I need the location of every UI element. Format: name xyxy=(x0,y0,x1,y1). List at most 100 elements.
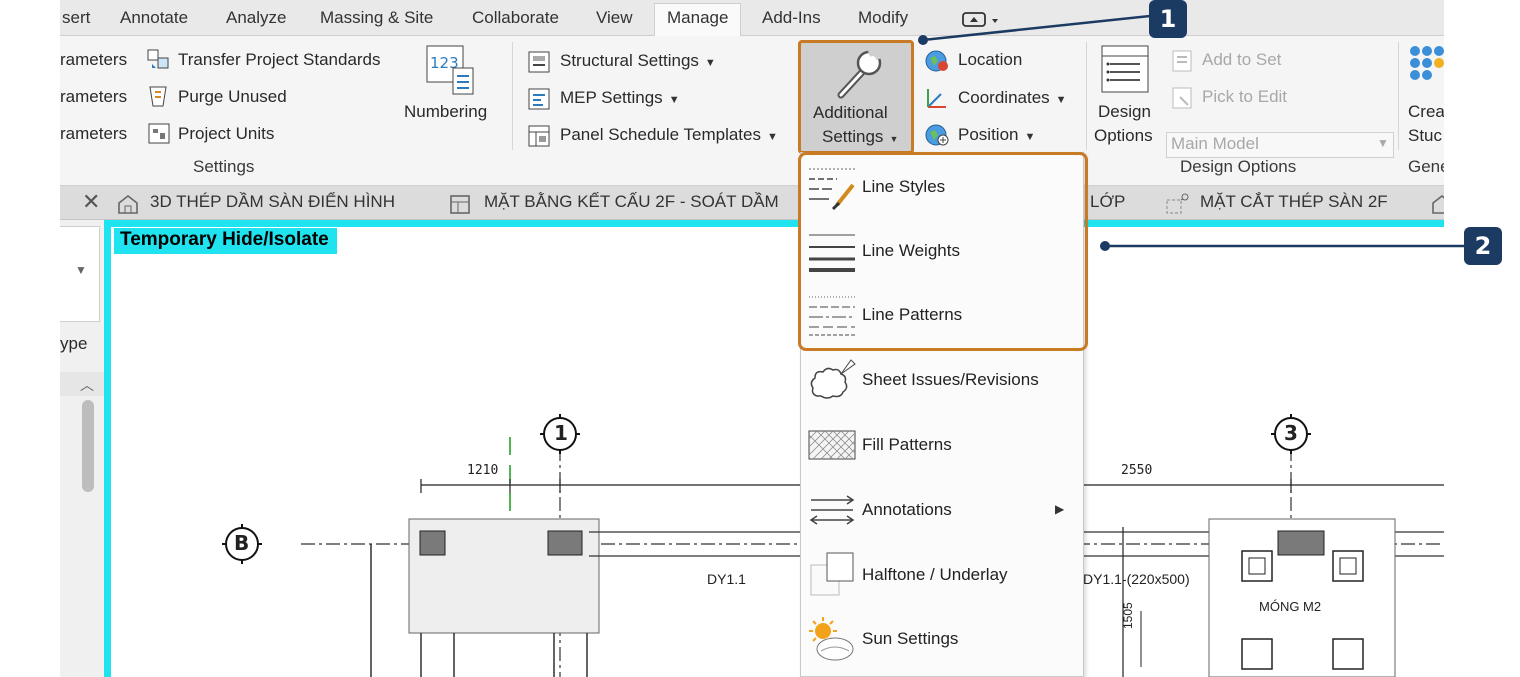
halftone-icon xyxy=(807,551,857,599)
sun-settings-icon xyxy=(807,615,857,663)
temporary-hide-isolate-label: Temporary Hide/Isolate xyxy=(114,228,337,254)
mep-settings-button[interactable]: MEP Settings ▼ xyxy=(560,88,680,108)
panel-schedule-icon xyxy=(526,123,552,154)
coordinates-icon xyxy=(924,85,950,116)
additional-settings-button[interactable]: Additional Settings ▼ xyxy=(798,40,914,154)
purge-unused-icon xyxy=(146,84,172,115)
tab-analyze[interactable]: Analyze xyxy=(226,4,286,36)
ribbon-separator xyxy=(512,42,513,150)
tab-add-ins[interactable]: Add-Ins xyxy=(762,4,821,36)
menu-item-annotations[interactable]: Annotations ▶ xyxy=(801,478,1085,542)
additional-settings-label-2: Settings ▼ xyxy=(822,127,899,146)
dimension-1505: 1505 xyxy=(1121,602,1135,629)
numbering-button[interactable]: Numbering xyxy=(404,102,487,122)
callout-badge-1: 1 xyxy=(1149,0,1187,38)
3d-view-icon xyxy=(1430,193,1444,220)
shared-parameters-button[interactable]: rameters xyxy=(60,87,127,107)
create-study-label-2[interactable]: Stuc xyxy=(1408,126,1442,146)
transfer-project-standards-button[interactable]: Transfer Project Standards xyxy=(178,50,381,70)
location-globe-icon xyxy=(924,48,950,79)
pick-to-edit-icon xyxy=(1170,85,1196,116)
chevron-up-icon: ︿ xyxy=(80,377,94,393)
plan-view-icon xyxy=(448,193,472,220)
footing-tag[interactable]: MÓNG M2 xyxy=(1259,599,1321,614)
ribbon-separator xyxy=(1398,42,1399,150)
pick-to-edit-button[interactable]: Pick to Edit xyxy=(1202,87,1287,107)
type-label: ype xyxy=(60,334,88,353)
section-view-icon xyxy=(1164,192,1192,221)
drawing-canvas[interactable]: 1 3 B 1210 2550 DY1.1 DY1.1-(220x500) MÓ… xyxy=(104,220,1444,677)
settings-panel-label: Settings xyxy=(193,157,255,176)
purge-unused-button[interactable]: Purge Unused xyxy=(178,87,287,107)
generate-panel-label: Gene xyxy=(1408,157,1444,176)
menu-item-label: Sheet Issues/Revisions xyxy=(862,370,1039,389)
properties-panel: ▼ ype ︿ xyxy=(60,220,104,677)
view-tab-plan[interactable]: MẶT BẰNG KẾT CẤU 2F - SOÁT DẦM xyxy=(484,192,779,212)
create-study-label[interactable]: Crea xyxy=(1408,102,1444,122)
main-model-value: Main Model xyxy=(1171,134,1259,153)
coordinates-button[interactable]: Coordinates ▼ xyxy=(958,88,1067,108)
design-options-icon xyxy=(1100,44,1152,101)
menu-item-sheet-issues[interactable]: Sheet Issues/Revisions xyxy=(801,348,1085,412)
menu-item-halftone-underlay[interactable]: Halftone / Underlay xyxy=(801,543,1085,607)
grid-bubble-1[interactable]: 1 xyxy=(554,421,568,445)
floor-plan-drawing xyxy=(222,414,1444,677)
menu-item-label: Fill Patterns xyxy=(862,435,952,454)
chevron-down-icon: ▼ xyxy=(75,263,87,277)
project-units-icon xyxy=(146,121,172,152)
beam-tag-2[interactable]: DY1.1-(220x500) xyxy=(1083,571,1190,587)
add-to-set-button[interactable]: Add to Set xyxy=(1202,50,1281,70)
view-tab-section[interactable]: MẶT CẮT THÉP SÀN 2F xyxy=(1200,192,1388,212)
fill-patterns-icon xyxy=(807,421,857,469)
ribbon-panel: rameters rameters rameters Transfer Proj… xyxy=(60,36,1444,186)
numbering-icon: 123 xyxy=(425,44,477,103)
menu-item-fill-patterns[interactable]: Fill Patterns xyxy=(801,413,1085,477)
dimension-2550: 2550 xyxy=(1121,463,1153,478)
tab-massing-site[interactable]: Massing & Site xyxy=(320,4,433,36)
project-units-button[interactable]: Project Units xyxy=(178,124,274,144)
structural-settings-icon xyxy=(526,49,552,80)
design-options-label-2[interactable]: Options xyxy=(1094,126,1153,146)
grid-bubble-b[interactable]: B xyxy=(234,531,249,555)
main-model-dropdown[interactable]: Main Model ▼ xyxy=(1166,132,1394,158)
mep-settings-icon xyxy=(526,86,552,117)
design-options-label[interactable]: Design xyxy=(1098,102,1151,122)
close-icon[interactable]: ✕ xyxy=(82,189,100,215)
project-parameters-button[interactable]: rameters xyxy=(60,50,127,70)
tab-insert[interactable]: sert xyxy=(62,4,90,36)
annotations-icon xyxy=(807,486,857,534)
revit-window: sert Annotate Analyze Massing & Site Col… xyxy=(60,0,1444,677)
create-study-icon xyxy=(1408,44,1444,95)
grid-bubble-3[interactable]: 3 xyxy=(1284,421,1298,445)
tab-collaborate[interactable]: Collaborate xyxy=(472,4,559,36)
tab-manage[interactable]: Manage xyxy=(654,3,742,37)
wrench-icon xyxy=(829,47,885,106)
line-settings-highlight xyxy=(798,152,1088,351)
tab-view[interactable]: View xyxy=(596,4,633,36)
position-button[interactable]: Position ▼ xyxy=(958,125,1035,145)
view-tab-3d[interactable]: 3D THÉP DẦM SÀN ĐIỂN HÌNH xyxy=(150,192,395,212)
submenu-arrow-icon: ▶ xyxy=(1055,502,1065,516)
global-parameters-button[interactable]: rameters xyxy=(60,124,127,144)
dimension-1210: 1210 xyxy=(467,463,499,478)
tab-annotate[interactable]: Annotate xyxy=(120,4,188,36)
design-options-panel-label: Design Options xyxy=(1180,157,1297,176)
chevron-down-icon: ▼ xyxy=(1377,136,1389,150)
menu-item-label: Annotations xyxy=(862,500,952,519)
beam-tag-1[interactable]: DY1.1 xyxy=(707,571,746,587)
scrollbar-thumb[interactable] xyxy=(82,400,94,492)
panel-schedule-templates-button[interactable]: Panel Schedule Templates ▼ xyxy=(560,125,778,145)
type-selector[interactable]: ▼ xyxy=(60,226,100,322)
tab-modify[interactable]: Modify xyxy=(858,4,908,36)
menu-item-label: Sun Settings xyxy=(862,629,959,648)
contextual-dropdown-icon[interactable] xyxy=(962,10,1002,35)
property-group-header[interactable]: ︿ xyxy=(60,372,104,396)
revision-cloud-icon xyxy=(807,356,857,404)
structural-settings-button[interactable]: Structural Settings ▼ xyxy=(560,51,716,71)
position-globe-icon xyxy=(924,122,950,153)
menu-item-sun-settings[interactable]: Sun Settings xyxy=(801,607,1085,671)
location-button[interactable]: Location xyxy=(958,50,1022,70)
add-to-set-icon xyxy=(1170,48,1196,79)
view-tab-layer[interactable]: LỚP xyxy=(1090,192,1125,212)
menu-item-label: Halftone / Underlay xyxy=(862,565,1008,584)
